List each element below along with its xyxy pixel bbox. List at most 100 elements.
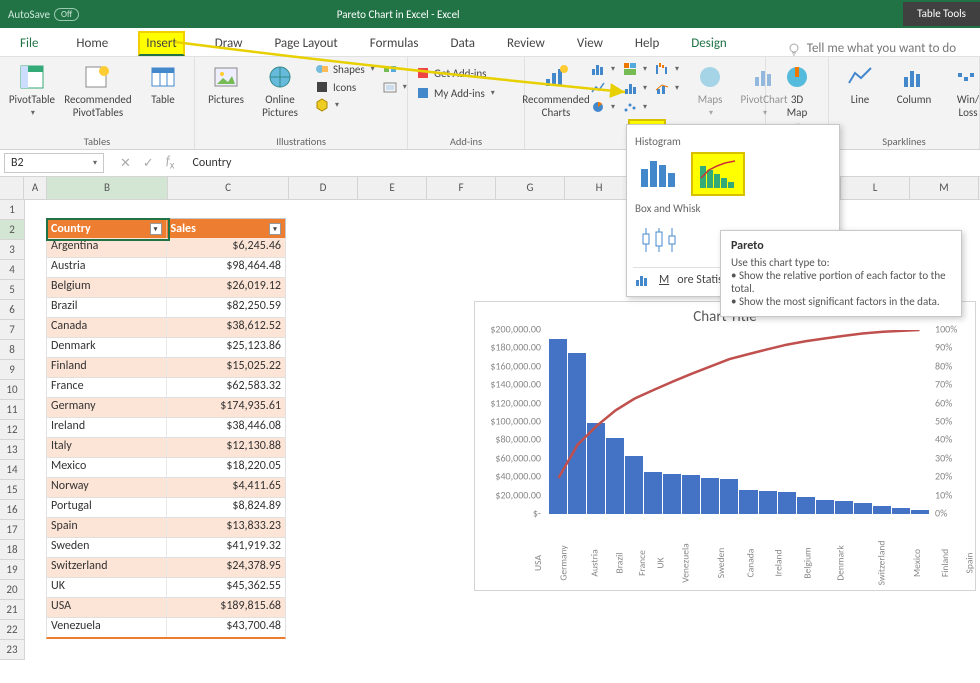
table-row[interactable]: USA$189,815.68 — [46, 598, 286, 618]
table-row[interactable]: Italy$12,130.88 — [46, 438, 286, 458]
autosave-toggle[interactable]: AutoSave Off — [8, 8, 79, 21]
tab-formulas[interactable]: Formulas — [368, 31, 421, 56]
data-table[interactable]: Country▾ Sales▾ Argentina$6,245.46Austri… — [46, 218, 286, 639]
chart-bar[interactable] — [720, 479, 738, 514]
row-headers[interactable]: 1234567891011121314151617181920212223 — [0, 200, 25, 660]
group-sparklines: Sparklines — [837, 135, 971, 148]
line-chart-icon[interactable]: ▾ — [591, 80, 615, 96]
column-chart-icon[interactable]: ▾ — [591, 61, 615, 77]
tab-data[interactable]: Data — [449, 31, 478, 56]
statistic-chart-icon[interactable]: ▾ — [623, 80, 647, 96]
tell-me-search[interactable]: Tell me what you want to do — [787, 41, 956, 56]
enter-icon[interactable]: ✓ — [143, 156, 154, 171]
pivotchart-button[interactable]: PivotChart▾ — [741, 61, 787, 120]
table-row[interactable]: Spain$13,833.23 — [46, 518, 286, 538]
smartart-button[interactable] — [383, 61, 407, 77]
chart-bar[interactable] — [739, 490, 757, 514]
chart-plot-area[interactable] — [549, 330, 929, 514]
sparkline-line-button[interactable]: Line — [837, 61, 883, 108]
sparkline-column-button[interactable]: Column — [891, 61, 937, 108]
embedded-chart[interactable]: Chart Title $200,000.00$180,000.00$160,0… — [474, 301, 976, 591]
waterfall-chart-icon[interactable]: ▾ — [655, 61, 679, 77]
hierarchy-chart-icon[interactable]: ▾ — [623, 61, 647, 77]
group-illustrations: Illustrations — [203, 135, 399, 148]
chart-bar[interactable] — [778, 492, 796, 514]
tab-review[interactable]: Review — [505, 31, 547, 56]
table-button[interactable]: Table — [140, 61, 186, 108]
chart-bar[interactable] — [549, 339, 567, 514]
chart-bar[interactable] — [568, 353, 586, 514]
window-title: Pareto Chart in Excel - Excel — [337, 8, 460, 21]
tab-file[interactable]: File — [18, 31, 40, 56]
table-row[interactable]: Venezuela$43,700.48 — [46, 618, 286, 639]
icons-button[interactable]: Icons — [315, 79, 375, 95]
pictures-button[interactable]: Pictures — [203, 61, 249, 108]
chart-bar[interactable] — [644, 472, 662, 514]
recommended-charts-button[interactable]: Recommended Charts — [533, 61, 579, 121]
table-row[interactable]: Mexico$18,220.05 — [46, 458, 286, 478]
chart-bar[interactable] — [625, 456, 643, 514]
tab-draw[interactable]: Draw — [213, 31, 245, 56]
table-row[interactable]: Brazil$82,250.59 — [46, 298, 286, 318]
chart-bar[interactable] — [587, 423, 605, 514]
pivottable-button[interactable]: PivotTable▾ — [8, 61, 56, 120]
table-row[interactable]: Ireland$38,446.08 — [46, 418, 286, 438]
tab-design[interactable]: Design — [689, 31, 728, 56]
histogram-chart-option[interactable] — [633, 152, 685, 194]
table-row[interactable]: Switzerland$24,378.95 — [46, 558, 286, 578]
shapes-button[interactable]: Shapes▾ — [315, 61, 375, 77]
table-row[interactable]: Belgium$26,019.12 — [46, 278, 286, 298]
pareto-tooltip: Pareto Use this chart type to: • Show th… — [720, 230, 962, 317]
table-row[interactable]: Denmark$25,123.86 — [46, 338, 286, 358]
screenshot-button[interactable]: ▾ — [383, 79, 407, 95]
chart-bar[interactable] — [873, 506, 891, 514]
chart-bar[interactable] — [892, 508, 910, 514]
select-all-corner[interactable] — [0, 177, 24, 200]
fx-icon[interactable]: fx — [166, 154, 175, 172]
table-row[interactable]: France$62,583.32 — [46, 378, 286, 398]
combo-chart-icon[interactable]: ▾ — [655, 80, 679, 96]
tab-view[interactable]: View — [575, 31, 605, 56]
chart-bar[interactable] — [816, 500, 834, 514]
filter-icon[interactable]: ▾ — [269, 223, 281, 235]
table-row[interactable]: Norway$4,411.65 — [46, 478, 286, 498]
chart-bar[interactable] — [606, 438, 624, 514]
filter-icon[interactable]: ▾ — [150, 223, 162, 235]
tab-home[interactable]: Home — [74, 31, 110, 56]
table-row[interactable]: Austria$98,464.48 — [46, 258, 286, 278]
chart-bar[interactable] — [911, 510, 929, 514]
chart-bar[interactable] — [663, 474, 681, 514]
tab-page-layout[interactable]: Page Layout — [272, 31, 339, 56]
chart-bar[interactable] — [854, 503, 872, 514]
table-row[interactable]: Canada$38,612.52 — [46, 318, 286, 338]
get-addins-button[interactable]: Get Add-ins — [416, 65, 516, 81]
chart-bar[interactable] — [797, 497, 815, 514]
sparkline-winloss-button[interactable]: Win/ Loss — [945, 61, 980, 121]
name-box[interactable]: B2▾ — [4, 153, 104, 173]
recommended-pivot-button[interactable]: Recommended PivotTables — [64, 61, 132, 121]
table-row[interactable]: Portugal$8,824.89 — [46, 498, 286, 518]
3dmodels-button[interactable]: ▾ — [315, 97, 375, 113]
online-pictures-button[interactable]: Online Pictures — [257, 61, 303, 121]
table-row[interactable]: Germany$174,935.61 — [46, 398, 286, 418]
pie-chart-icon[interactable]: ▾ — [591, 99, 615, 115]
chart-bar[interactable] — [682, 475, 700, 514]
tab-insert[interactable]: Insert — [138, 31, 185, 56]
pareto-chart-option[interactable] — [691, 152, 745, 196]
cancel-icon[interactable]: ✕ — [120, 156, 131, 171]
table-row[interactable]: Finland$15,025.22 — [46, 358, 286, 378]
maps-button[interactable]: Maps▾ — [687, 61, 733, 120]
table-row[interactable]: UK$45,362.55 — [46, 578, 286, 598]
chart-bar[interactable] — [759, 491, 777, 514]
table-row[interactable]: Argentina$6,245.46 — [46, 238, 286, 258]
scatter-chart-icon[interactable]: ▾ — [623, 99, 647, 115]
my-addins-button[interactable]: My Add-ins▾ — [416, 85, 516, 101]
title-bar: AutoSave Off Pareto Chart in Excel - Exc… — [0, 0, 980, 28]
formula-input[interactable]: Country — [186, 156, 980, 170]
chart-y-axis: $200,000.00$180,000.00$160,000.00$140,00… — [475, 329, 545, 513]
table-row[interactable]: Sweden$41,919.32 — [46, 538, 286, 558]
tab-help[interactable]: Help — [633, 31, 661, 56]
boxwhisker-option[interactable] — [633, 219, 685, 261]
chart-bar[interactable] — [701, 478, 719, 514]
chart-bar[interactable] — [835, 501, 853, 514]
